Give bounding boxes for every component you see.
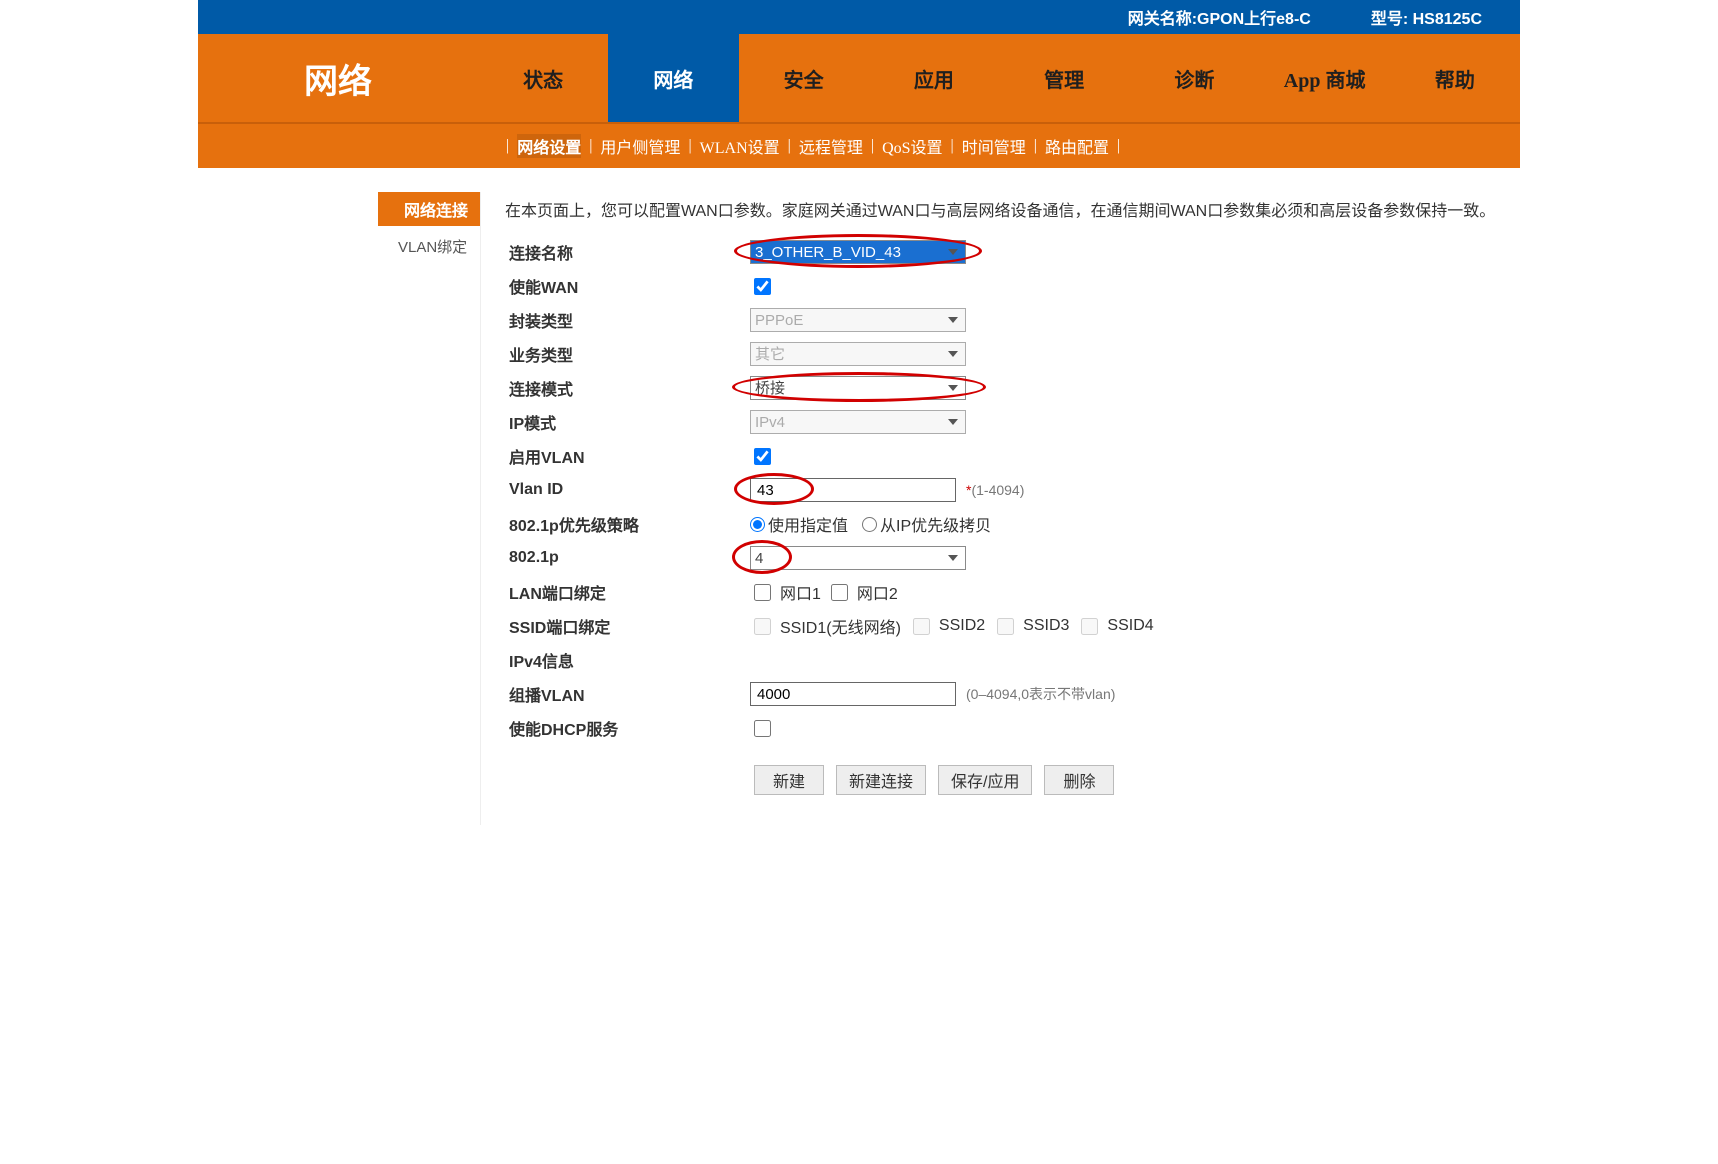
label-pri-val: 802.1p (505, 549, 750, 567)
select-conn-name[interactable]: 3_OTHER_B_VID_43 (750, 240, 966, 264)
new-conn-button[interactable]: 新建连接 (836, 765, 926, 795)
checkbox-ssid3[interactable] (997, 618, 1014, 635)
subnav-time[interactable]: 时间管理 (962, 134, 1026, 158)
delete-button[interactable]: 删除 (1044, 765, 1114, 795)
content-panel: 在本页面上，您可以配置WAN口参数。家庭网关通过WAN口与高层网络设备通信，在通… (480, 192, 1520, 825)
tab-app[interactable]: 应用 (869, 34, 999, 122)
checkbox-lan2[interactable] (831, 584, 848, 601)
label-enable-vlan: 启用VLAN (505, 444, 750, 468)
label-enable-dhcp: 使能DHCP服务 (505, 716, 750, 740)
tab-manage[interactable]: 管理 (999, 34, 1129, 122)
save-button[interactable]: 保存/应用 (938, 765, 1032, 795)
label-ipv4-info: IPv4信息 (505, 648, 750, 672)
input-vlan-id[interactable] (750, 478, 956, 502)
checkbox-ssid4[interactable] (1081, 618, 1098, 635)
label-conn-name: 连接名称 (505, 240, 750, 264)
select-encap-type: PPPoE (750, 308, 966, 332)
sub-nav: | 网络设置 | 用户侧管理 | WLAN设置 | 远程管理 | QoS设置 |… (198, 122, 1520, 168)
separator: | (589, 137, 592, 155)
subnav-remote[interactable]: 远程管理 (799, 134, 863, 158)
brand-title: 网络 (198, 34, 478, 122)
separator: | (506, 137, 509, 155)
radio-use-spec-wrap[interactable]: 使用指定值 (750, 512, 848, 536)
label-ssid-bind: SSID端口绑定 (505, 614, 750, 638)
label-ip-mode: IP模式 (505, 410, 750, 434)
label-svc-type: 业务类型 (505, 342, 750, 366)
input-mcast-vlan[interactable] (750, 682, 956, 706)
hint-vlan-id: *(1-4094) (966, 482, 1024, 498)
hint-mcast-vlan: (0–4094,0表示不带vlan) (966, 684, 1115, 704)
label-lan-bind: LAN端口绑定 (505, 580, 750, 604)
label-pri-policy: 802.1p优先级策略 (505, 512, 750, 536)
tab-diag[interactable]: 诊断 (1129, 34, 1259, 122)
sidebar-item-net-conn[interactable]: 网络连接 (378, 192, 480, 226)
button-row: 新建 新建连接 保存/应用 删除 (505, 765, 1496, 795)
tab-appstore[interactable]: App 商城 (1260, 34, 1390, 122)
separator: | (688, 137, 691, 155)
label-encap-type: 封装类型 (505, 308, 750, 332)
main-nav: 网络 状态 网络 安全 应用 管理 诊断 App 商城 帮助 (198, 34, 1520, 122)
radio-copy-ip-wrap[interactable]: 从IP优先级拷贝 (862, 512, 991, 536)
checkbox-ssid2[interactable] (913, 618, 930, 635)
separator: | (951, 137, 954, 155)
tab-status[interactable]: 状态 (478, 34, 608, 122)
checkbox-lan1[interactable] (754, 584, 771, 601)
new-button[interactable]: 新建 (754, 765, 824, 795)
select-pri-val[interactable]: 4 (750, 546, 966, 570)
main-tabs: 状态 网络 安全 应用 管理 诊断 App 商城 帮助 (478, 34, 1520, 122)
intro-text: 在本页面上，您可以配置WAN口参数。家庭网关通过WAN口与高层网络设备通信，在通… (505, 198, 1496, 225)
subnav-wlan[interactable]: WLAN设置 (700, 134, 780, 158)
separator: | (1034, 137, 1037, 155)
label-mcast-vlan: 组播VLAN (505, 682, 750, 706)
checkbox-enable-vlan[interactable] (754, 448, 771, 465)
label-lan1: 网口1 (780, 580, 821, 604)
label-ssid1: SSID1(无线网络) (780, 614, 901, 638)
select-conn-mode[interactable]: 桥接 (750, 376, 966, 400)
label-ssid2: SSID2 (939, 617, 985, 635)
select-svc-type: 其它 (750, 342, 966, 366)
select-ip-mode: IPv4 (750, 410, 966, 434)
sidebar-item-vlan-bind[interactable]: VLAN绑定 (398, 226, 480, 257)
tab-network[interactable]: 网络 (608, 34, 738, 122)
gateway-name-label: 网关名称:GPON上行e8-C (1128, 5, 1311, 29)
checkbox-enable-wan[interactable] (754, 278, 771, 295)
radio-use-spec[interactable] (750, 517, 765, 532)
label-conn-mode: 连接模式 (505, 376, 750, 400)
radio-copy-ip-label: 从IP优先级拷贝 (880, 512, 991, 536)
separator: | (871, 137, 874, 155)
separator: | (1117, 137, 1120, 155)
label-ssid4: SSID4 (1107, 617, 1153, 635)
left-column: 网络连接 VLAN绑定 (198, 192, 480, 825)
label-ssid3: SSID3 (1023, 617, 1069, 635)
subnav-route[interactable]: 路由配置 (1045, 134, 1109, 158)
subnav-user-side[interactable]: 用户侧管理 (600, 134, 680, 158)
tab-help[interactable]: 帮助 (1390, 34, 1520, 122)
checkbox-ssid1[interactable] (754, 618, 771, 635)
subnav-qos[interactable]: QoS设置 (882, 134, 942, 158)
label-enable-wan: 使能WAN (505, 274, 750, 298)
model-label: 型号: HS8125C (1371, 5, 1482, 29)
top-bar: 网关名称:GPON上行e8-C 型号: HS8125C (198, 0, 1520, 34)
tab-security[interactable]: 安全 (739, 34, 869, 122)
separator: | (788, 137, 791, 155)
radio-use-spec-label: 使用指定值 (768, 512, 848, 536)
radio-copy-ip[interactable] (862, 517, 877, 532)
checkbox-enable-dhcp[interactable] (754, 720, 771, 737)
label-vlan-id: Vlan ID (505, 481, 750, 499)
subnav-net-settings[interactable]: 网络设置 (517, 134, 581, 158)
label-lan2: 网口2 (857, 580, 898, 604)
